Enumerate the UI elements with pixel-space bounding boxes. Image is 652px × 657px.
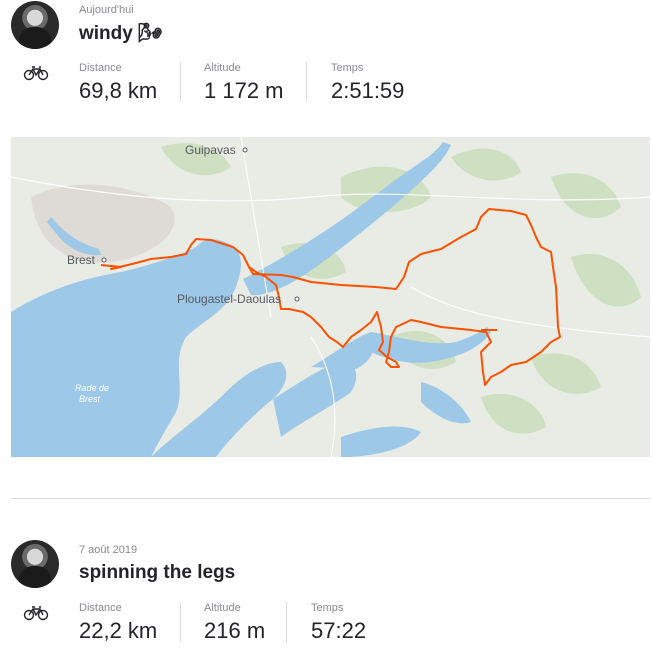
stat-time: Temps 57:22 [311,602,366,644]
stat-value: 2:51:59 [331,78,405,103]
bike-icon [23,66,49,81]
stat-elevation: Altitude 216 m [204,602,265,644]
stat-label: Temps [331,62,364,74]
stat-value: 22,2 km [79,618,158,643]
map-label-brest: Brest [67,253,96,267]
stat-value: 69,8 km [79,78,158,103]
stat-value: 1 172 m [204,78,284,103]
stat-label: Temps [311,602,344,614]
stat-distance: Distance 22,2 km [79,602,157,644]
map-place-dot [242,147,248,153]
stat-time: Temps 2:51:59 [331,62,404,104]
stat-label: Altitude [204,62,241,74]
map-label-guipavas: Guipavas [185,143,236,157]
stat-label: Distance [79,62,122,74]
map-label-rade-1: Rade de [75,383,109,393]
divider [306,62,307,102]
athlete-avatar[interactable] [11,540,59,588]
divider [180,62,181,102]
feed-divider [11,498,650,499]
route-map[interactable]: Guipavas Brest Plougastel-Daoulas Rade d… [11,137,650,457]
divider [286,602,287,642]
activity-title[interactable]: spinning the legs [79,562,235,584]
stat-label: Altitude [204,602,241,614]
stat-value: 57:22 [311,618,367,643]
map-label-rade-2: Brest [79,394,101,404]
map-place-dot [294,296,300,302]
bike-icon [23,606,49,621]
map-place-dot [101,257,107,263]
stat-elevation: Altitude 1 172 m [204,62,284,104]
activity-date: Aujourd'hui [79,4,134,16]
divider [180,602,181,642]
activity-date: 7 août 2019 [79,544,138,556]
stat-distance: Distance 69,8 km [79,62,157,104]
activity-title[interactable]: windy 🌬 [79,21,162,45]
athlete-avatar[interactable] [11,1,59,49]
map-label-plougastel: Plougastel-Daoulas [177,292,281,306]
stat-label: Distance [79,602,122,614]
stat-value: 216 m [204,618,266,643]
